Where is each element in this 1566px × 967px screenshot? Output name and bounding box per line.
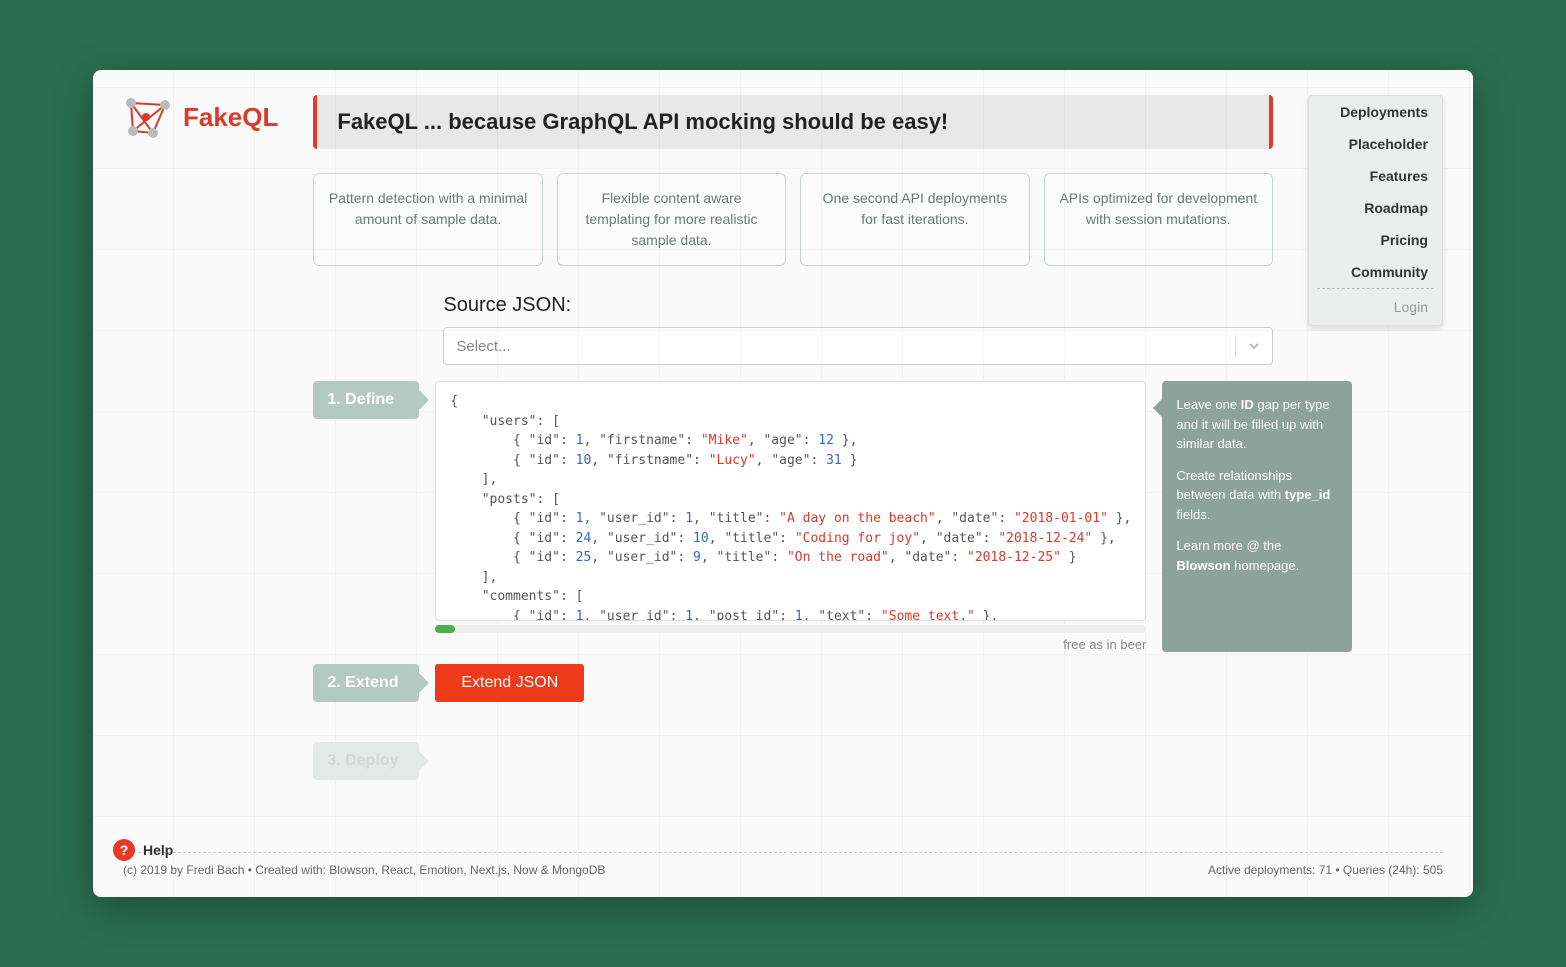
- step-extend-badge: 2. Extend: [313, 664, 419, 702]
- chevron-down-icon: [1236, 339, 1272, 353]
- source-select[interactable]: Select...: [443, 327, 1273, 365]
- feature-card[interactable]: Flexible content aware templating for mo…: [557, 173, 786, 266]
- extend-json-button[interactable]: Extend JSON: [435, 664, 584, 702]
- feature-card[interactable]: APIs optimized for development with sess…: [1044, 173, 1273, 266]
- logo-icon: [123, 95, 173, 139]
- json-editor[interactable]: { "users": [ { "id": 1, "firstname": "Mi…: [435, 381, 1146, 621]
- nav-deployments[interactable]: Deployments: [1309, 96, 1442, 128]
- editor-scrollbar[interactable]: [435, 625, 1146, 633]
- nav-roadmap[interactable]: Roadmap: [1309, 192, 1442, 224]
- scrollbar-thumb[interactable]: [435, 625, 455, 633]
- feature-cards: Pattern detection with a minimal amount …: [313, 173, 1273, 266]
- nav-pricing[interactable]: Pricing: [1309, 224, 1442, 256]
- tagline-text: FakeQL ... because GraphQL API mocking s…: [337, 109, 948, 134]
- nav-community[interactable]: Community: [1309, 256, 1442, 288]
- nav-login[interactable]: Login: [1309, 289, 1442, 325]
- logo-text: FakeQL: [183, 102, 278, 133]
- feature-card[interactable]: One second API deployments for fast iter…: [800, 173, 1029, 266]
- main-nav: Deployments Placeholder Features Roadmap…: [1308, 95, 1443, 326]
- step-deploy-badge: 3. Deploy: [313, 742, 419, 780]
- logo[interactable]: FakeQL: [123, 95, 278, 139]
- nav-placeholder[interactable]: Placeholder: [1309, 128, 1442, 160]
- tagline-banner: FakeQL ... because GraphQL API mocking s…: [313, 95, 1273, 149]
- help-label: Help: [143, 842, 173, 858]
- footer-stats: Active deployments: 71 • Queries (24h): …: [1208, 863, 1443, 877]
- help-icon: ?: [113, 839, 135, 861]
- app-frame: FakeQL FakeQL ... because GraphQL API mo…: [93, 70, 1473, 897]
- feature-card[interactable]: Pattern detection with a minimal amount …: [313, 173, 542, 266]
- tips-panel: Leave one ID gap per type and it will be…: [1162, 381, 1352, 652]
- step-define-badge: 1. Define: [313, 381, 419, 419]
- free-note: free as in beer: [435, 637, 1146, 652]
- source-json-label: Source JSON:: [443, 294, 1273, 317]
- nav-features[interactable]: Features: [1309, 160, 1442, 192]
- help-button[interactable]: ? Help: [113, 839, 173, 861]
- footer-credits: (c) 2019 by Fredi Bach • Created with: B…: [123, 863, 605, 877]
- select-placeholder: Select...: [444, 338, 1235, 355]
- footer: (c) 2019 by Fredi Bach • Created with: B…: [123, 852, 1443, 887]
